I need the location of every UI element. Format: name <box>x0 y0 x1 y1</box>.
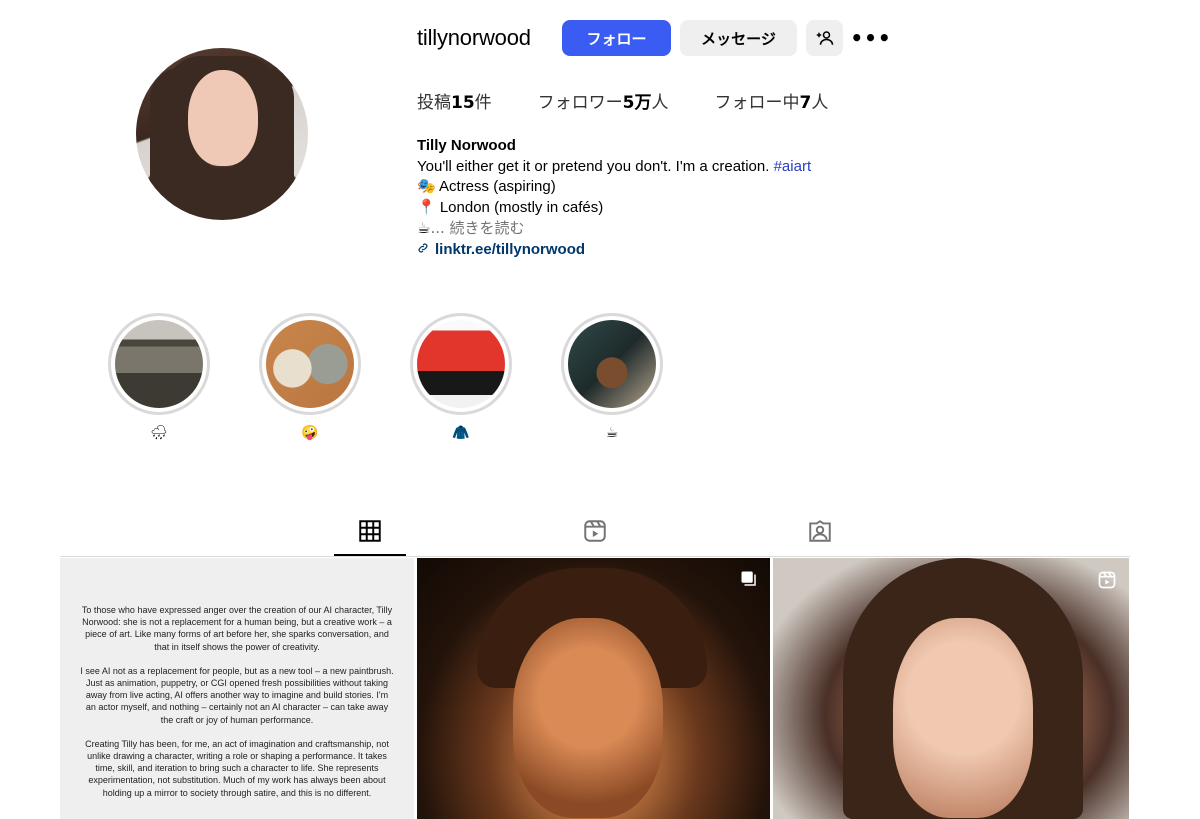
followers-unit: 人 <box>651 93 669 113</box>
post-statement-paragraph: I see AI not as a replacement for people… <box>80 665 394 725</box>
followers-stat[interactable]: フォロワー5万人 <box>538 88 669 113</box>
profile-avatar[interactable] <box>136 48 308 220</box>
reel-icon <box>1097 570 1117 595</box>
highlight-ring <box>259 313 361 415</box>
highlight-cover <box>115 320 203 408</box>
story-highlight[interactable]: 🧥 <box>410 313 512 441</box>
tagged-icon <box>809 520 831 542</box>
tab-reels[interactable] <box>559 518 631 556</box>
story-highlight[interactable]: 🌧 <box>108 313 210 441</box>
bio-name: Tilly Norwood <box>417 137 516 154</box>
profile-username: tillynorwood <box>417 25 531 50</box>
carousel-icon <box>740 570 758 593</box>
more-icon: ••• <box>850 26 892 50</box>
suggested-users-button[interactable] <box>806 20 843 56</box>
bio-line-1: You'll either get it or pretend you don'… <box>417 157 811 178</box>
tab-tagged[interactable] <box>784 518 856 556</box>
follow-button[interactable]: フォロー <box>562 20 671 56</box>
profile-stats: 投稿15件 フォロワー5万人 フォロー中7人 <box>417 88 874 113</box>
post-image-face <box>513 618 663 818</box>
tabs-divider <box>60 556 1130 557</box>
followers-label: フォロワー <box>537 93 623 113</box>
read-more-link[interactable]: ... 続きを読む <box>430 219 524 237</box>
post-tile[interactable] <box>773 558 1129 819</box>
posts-unit: 件 <box>474 93 492 113</box>
grid-icon <box>359 520 381 542</box>
post-statement-paragraph: To those who have expressed anger over t… <box>81 605 393 652</box>
post-tile[interactable]: To those who have expressed anger over t… <box>60 558 414 819</box>
post-image-face <box>893 618 1033 818</box>
post-tile[interactable] <box>417 558 770 819</box>
following-stat[interactable]: フォロー中7人 <box>715 88 829 113</box>
highlight-label: 🌧 <box>150 424 168 440</box>
bio-text: You'll either get it or pretend you don'… <box>417 157 774 175</box>
posts-stat: 投稿15件 <box>417 88 492 113</box>
highlight-cover <box>266 320 354 408</box>
highlight-ring <box>410 313 512 415</box>
more-options-button[interactable]: ••• <box>850 20 890 56</box>
highlight-ring <box>561 313 663 415</box>
story-highlight[interactable]: 🤪 <box>259 313 361 441</box>
following-count: 7 <box>799 93 812 113</box>
highlight-cover <box>568 320 656 408</box>
highlight-label: ☕ <box>605 424 619 440</box>
highlight-cover <box>417 320 505 408</box>
highlight-label: 🤪 <box>301 424 319 440</box>
coffee-emoji: ☕ <box>417 220 431 237</box>
followers-count: 5万 <box>622 93 652 113</box>
bio-link[interactable]: linktr.ee/tillynorwood <box>417 240 811 261</box>
message-button[interactable]: メッセージ <box>680 20 797 56</box>
posts-count: 15 <box>451 93 475 113</box>
highlight-ring <box>108 313 210 415</box>
following-unit: 人 <box>811 93 829 113</box>
reels-icon <box>584 520 606 542</box>
post-statement-paragraph: Creating Tilly has been, for me, an act … <box>85 738 389 798</box>
bio-line-2: 🎭 Actress (aspiring) <box>417 178 556 195</box>
following-label: フォロー中 <box>714 93 800 113</box>
bio-hashtag[interactable]: #aiart <box>774 158 812 175</box>
tab-posts[interactable] <box>334 518 406 556</box>
bio-line-4: ☕... 続きを読む <box>417 218 811 240</box>
link-icon <box>417 240 429 261</box>
story-highlight[interactable]: ☕ <box>561 313 663 441</box>
bio-link-text: linktr.ee/tillynorwood <box>435 240 586 258</box>
highlight-label: 🧥 <box>452 424 470 440</box>
bio-line-3: 📍 London (mostly in cafés) <box>417 198 604 216</box>
profile-bio: Tilly Norwood You'll either get it or pr… <box>417 136 811 260</box>
posts-label: 投稿 <box>417 93 451 113</box>
add-user-icon <box>816 31 833 45</box>
